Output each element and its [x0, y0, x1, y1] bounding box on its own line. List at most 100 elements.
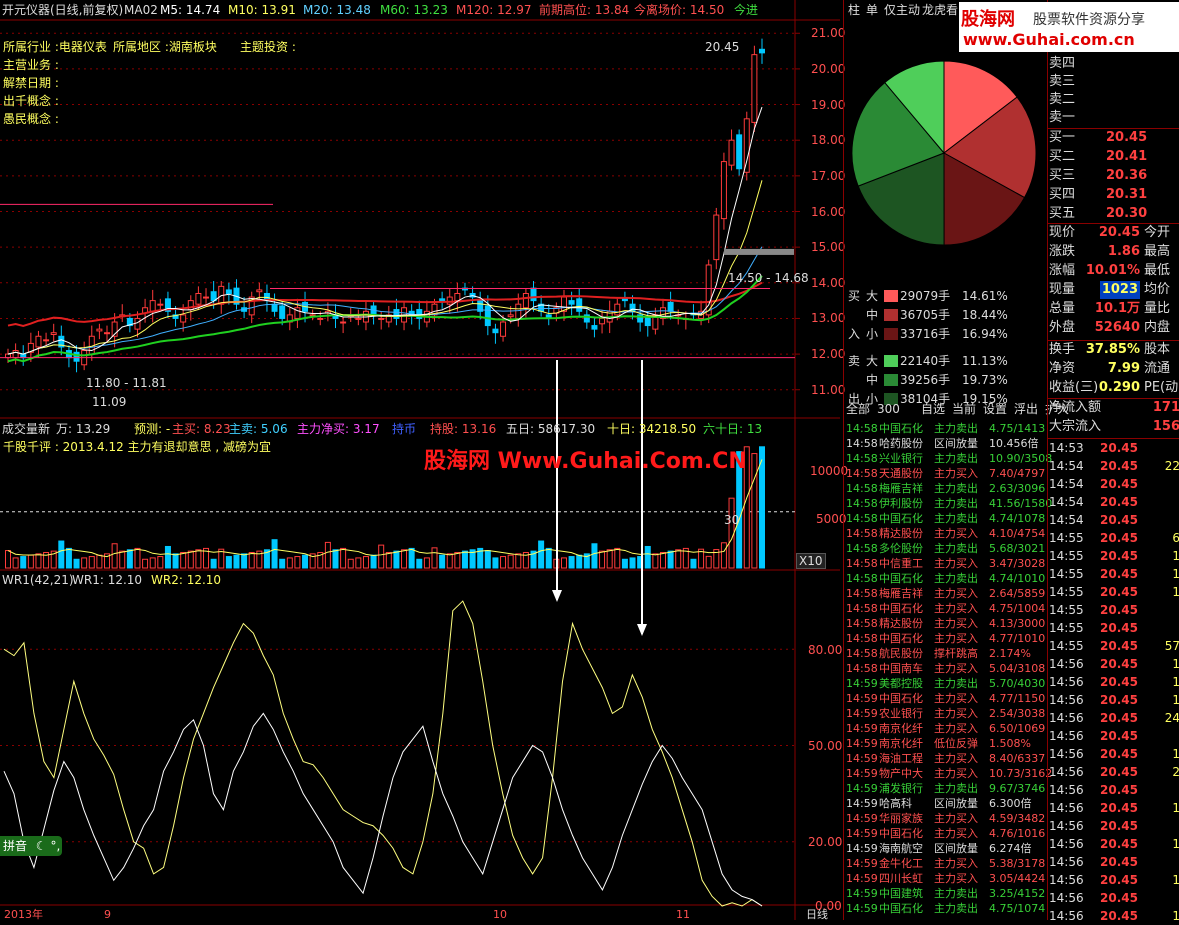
candle-body: [751, 54, 758, 123]
candle-body: [317, 317, 324, 320]
tick-time: 14:55: [1049, 603, 1084, 617]
radar-name: 中国石化: [879, 572, 923, 585]
candle-body: [157, 303, 164, 306]
volume-bar: [58, 540, 65, 569]
radar-name: 精达股份: [879, 617, 923, 630]
radar-value: 10.90/3508: [989, 452, 1053, 465]
candle-body: [713, 214, 720, 261]
radar-tab[interactable]: 浮出: [1014, 401, 1038, 417]
radar-value: 5.04/3108: [989, 662, 1046, 675]
volume-bar: [652, 553, 659, 569]
volume-bar: [591, 543, 598, 569]
candle-body: [35, 335, 42, 348]
radar-type: 主力买入: [934, 527, 978, 540]
radar-value: 9.67/3746: [989, 782, 1046, 795]
radar-row: 14:58 中国石化 主力卖出 4.75/1413: [844, 421, 1048, 436]
price-axis-label: 17.00: [811, 168, 846, 183]
tick-price: 20.45: [1100, 567, 1138, 581]
tick-volume: 6: [1172, 531, 1179, 545]
volume-bar: [461, 550, 468, 569]
volume-unit: 万: 13.29: [56, 422, 111, 436]
ime-pinyin-toggle[interactable]: 拼音 ☾ °,: [0, 836, 62, 856]
buy-level-label: 买一: [1049, 130, 1076, 145]
tick-price: 20.45: [1100, 693, 1138, 707]
flow-swatch: [884, 328, 898, 340]
candle-body: [203, 296, 210, 299]
radar-tab[interactable]: 自选: [921, 401, 945, 417]
flow-row: 卖大 22140手 11.13%: [844, 352, 1048, 370]
radar-value: 2.54/3038: [989, 707, 1046, 720]
radar-time: 14:58: [846, 557, 878, 570]
volume-bar: [614, 547, 621, 569]
volume-bar: [629, 557, 636, 569]
candle-body: [500, 321, 507, 337]
radar-type: 主力买入: [934, 692, 978, 705]
volume-bar: [210, 558, 217, 569]
tick-price: 20.45: [1100, 513, 1138, 527]
concept2-label: 愚民概念 :: [3, 112, 59, 126]
radar-row: 14:58 中国石化 主力卖出 4.74/1078: [844, 511, 1048, 526]
candle-body: [446, 296, 453, 305]
radar-value: 5.38/3178: [989, 857, 1046, 870]
stock-name: 开元仪器(日线,前复权): [2, 3, 124, 17]
arrow-head: [552, 590, 562, 602]
radar-type: 主力卖出: [934, 512, 978, 525]
buy-level-price: 20.45: [1106, 130, 1148, 145]
volume-bar: [728, 497, 735, 569]
radar-time: 14:59: [846, 737, 878, 750]
volume-main-buy: 主买: 8.23: [172, 422, 231, 436]
tick-time: 14:55: [1049, 567, 1084, 581]
radar-row: 14:59 四川长虹 主力买入 3.05/4424: [844, 871, 1048, 886]
volume-bar: [149, 557, 156, 569]
ime-label: 拼音: [3, 839, 28, 853]
ma-label: MA02: [124, 3, 158, 17]
tick-price: 20.45: [1100, 657, 1138, 671]
volume-axis-5000: 5000: [816, 512, 847, 526]
volume-d60: 六十日: 13: [703, 422, 763, 436]
quote-value: 1.86: [1107, 244, 1140, 259]
volume-bar: [286, 557, 293, 569]
radar-name: 中国石化: [879, 632, 923, 645]
radar-tab[interactable]: 全部: [846, 401, 870, 417]
radar-tab[interactable]: 300: [877, 401, 900, 417]
quote-value: 20.45: [1098, 225, 1140, 240]
candle-body: [225, 289, 232, 294]
volume-predict: 预测: -: [134, 422, 171, 436]
radar-time: 14:59: [846, 827, 878, 840]
radar-row: 14:59 中国石化 主力买入 4.77/1150: [844, 691, 1048, 706]
tick-price: 20.45: [1100, 729, 1138, 743]
tick-volume: 1: [1172, 567, 1179, 581]
candle-body: [515, 303, 522, 319]
radar-type: 主力买入: [934, 752, 978, 765]
concept1-label: 出千概念 :: [3, 94, 59, 108]
tick-time: 14:55: [1049, 549, 1084, 563]
wr1-line: [3, 600, 763, 907]
radar-row: 14:59 金牛化工 主力买入 5.38/3178: [844, 856, 1048, 871]
candle-body: [591, 325, 598, 330]
radar-tab[interactable]: 当前: [952, 401, 976, 417]
candle-body: [279, 305, 286, 319]
tick-list: 14:53 20.45 14:54 20.45 22 14:54 20.45 14:54 20.…: [1048, 438, 1179, 923]
radar-time: 14:58: [846, 482, 878, 495]
radar-type: 低位反弹: [934, 737, 978, 750]
business-label: 主营业务 :: [3, 58, 59, 72]
volume-bar: [20, 556, 27, 569]
radar-name: 南京化纤: [879, 737, 923, 750]
candle-body: [340, 321, 347, 324]
candle-body: [439, 298, 446, 302]
volume-bar: [690, 558, 697, 569]
flow-row: 买大 29079手 14.61%: [844, 287, 1048, 305]
ma10-value: M10: 13.91: [228, 3, 296, 17]
radar-name: 多伦股份: [879, 542, 923, 555]
tick-time: 14:54: [1049, 459, 1084, 473]
radar-row: 14:59 海南航空 区间放量 6.274倍: [844, 841, 1048, 856]
radar-type: 主力卖出: [934, 887, 978, 900]
main-chart-area[interactable]: 开元仪器(日线,前复权) MA02 M5: 14.74 M10: 13.91 M…: [0, 0, 848, 921]
radar-tab[interactable]: 设置: [983, 401, 1007, 417]
radar-type: 主力买入: [934, 557, 978, 570]
buy-level-price: 20.30: [1106, 206, 1148, 221]
radar-type: 主力卖出: [934, 452, 978, 465]
candle-body: [530, 287, 537, 302]
radar-value: 5.68/3021: [989, 542, 1046, 555]
netflow-value: 156: [1152, 419, 1179, 434]
